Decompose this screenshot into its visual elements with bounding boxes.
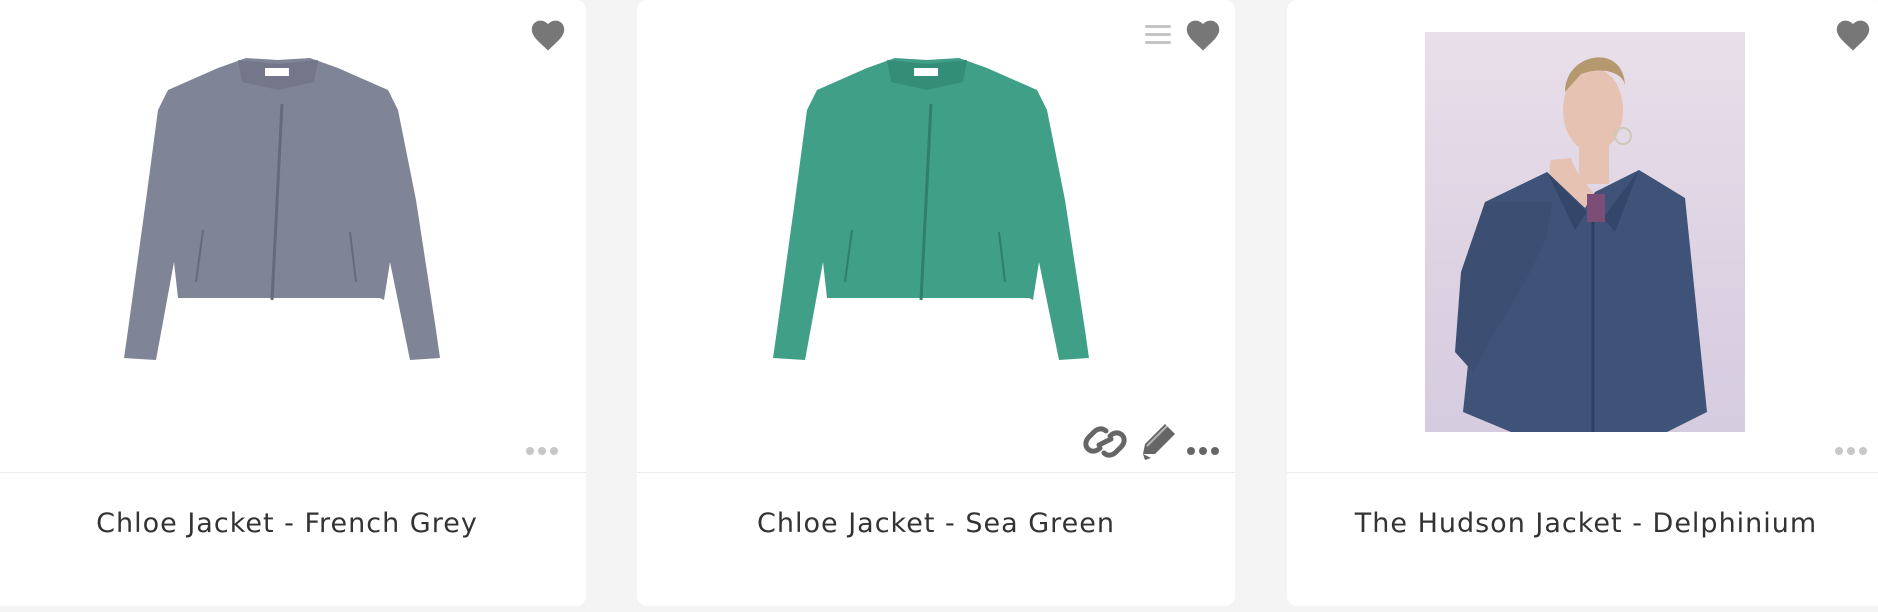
drag-handle[interactable] bbox=[1143, 22, 1173, 48]
product-image[interactable] bbox=[747, 50, 1107, 410]
copy-link-button[interactable] bbox=[1082, 422, 1128, 462]
more-options-button[interactable] bbox=[525, 442, 559, 455]
edit-button[interactable] bbox=[1137, 420, 1177, 462]
jacket-shape bbox=[124, 58, 440, 360]
more-horizontal-icon bbox=[526, 447, 558, 455]
favorite-button[interactable] bbox=[1834, 18, 1872, 52]
product-title[interactable]: The Hudson Jacket - Delphinium bbox=[1287, 508, 1878, 539]
product-card[interactable]: The Hudson Jacket - Delphinium bbox=[1287, 0, 1878, 606]
divider bbox=[0, 472, 586, 473]
heart-icon bbox=[1186, 20, 1220, 51]
more-options-button[interactable] bbox=[1186, 442, 1220, 455]
model-photo bbox=[1455, 57, 1707, 432]
more-horizontal-icon bbox=[1187, 447, 1219, 455]
product-card[interactable]: Chloe Jacket - Sea Green bbox=[637, 0, 1235, 606]
product-title[interactable]: Chloe Jacket - Sea Green bbox=[637, 508, 1235, 539]
pencil-icon bbox=[1143, 424, 1175, 460]
more-options-button[interactable] bbox=[1834, 442, 1868, 455]
divider bbox=[637, 472, 1235, 473]
favorite-button[interactable] bbox=[529, 18, 567, 52]
divider bbox=[1287, 472, 1878, 473]
product-image-area[interactable] bbox=[637, 0, 1235, 472]
favorite-button[interactable] bbox=[1184, 18, 1222, 52]
heart-icon bbox=[531, 20, 565, 51]
drag-handle-icon bbox=[1145, 25, 1171, 44]
product-image[interactable] bbox=[1425, 32, 1745, 432]
jacket-shape bbox=[773, 58, 1089, 360]
more-horizontal-icon bbox=[1835, 447, 1867, 455]
product-image[interactable] bbox=[98, 50, 458, 410]
product-title[interactable]: Chloe Jacket - French Grey bbox=[0, 508, 586, 539]
product-image-area[interactable] bbox=[1287, 0, 1878, 472]
product-grid: Chloe Jacket - French Grey Chloe Jacket … bbox=[0, 0, 1878, 612]
product-image-area[interactable] bbox=[0, 0, 586, 472]
product-card[interactable]: Chloe Jacket - French Grey bbox=[0, 0, 586, 606]
heart-icon bbox=[1836, 20, 1870, 51]
link-icon bbox=[1083, 426, 1127, 458]
